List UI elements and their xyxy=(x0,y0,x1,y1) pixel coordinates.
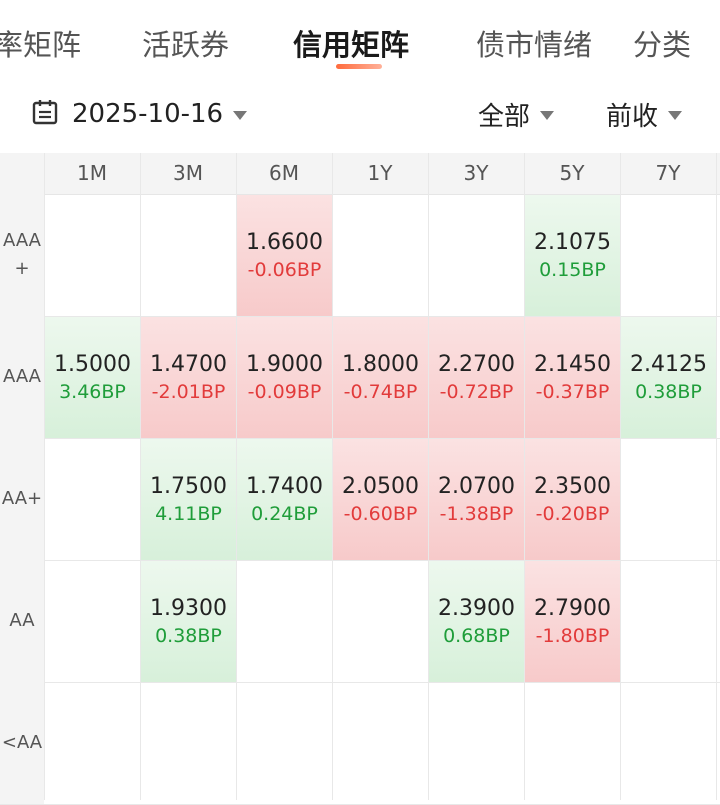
yield-value: 2.1075 xyxy=(534,229,611,255)
compare-value: 前收 xyxy=(606,101,659,132)
tab-active-bonds[interactable]: 活跃券 xyxy=(142,22,229,64)
scope-value: 全部 xyxy=(478,101,531,132)
column-divider xyxy=(236,153,237,800)
matrix-cell[interactable]: 1.9300 0.38BP xyxy=(141,561,236,682)
column-divider xyxy=(716,153,717,800)
yield-change: -0.60BP xyxy=(343,502,418,525)
credit-matrix-grid: 1M 3M 6M 1Y 3Y 5Y 7Y AAA + 1.6600 -0.06BP 2.1075 0… xyxy=(0,153,720,805)
row-divider xyxy=(0,682,720,683)
column-divider xyxy=(44,153,45,800)
yield-change: -2.01BP xyxy=(151,380,226,403)
yield-value: 2.2700 xyxy=(438,351,515,377)
column-header-3m: 3M xyxy=(173,161,203,185)
matrix-cell[interactable]: 1.9000 -0.09BP xyxy=(237,317,332,438)
chevron-down-icon xyxy=(668,110,683,120)
matrix-cell[interactable]: 1.6600 -0.06BP xyxy=(237,195,332,316)
yield-value: 1.8000 xyxy=(342,351,419,377)
yield-change: -0.74BP xyxy=(343,380,418,403)
yield-value: 1.9300 xyxy=(150,595,227,621)
yield-change: -0.20BP xyxy=(535,502,610,525)
row-label: AA+ xyxy=(0,438,44,560)
matrix-cell[interactable]: 1.7400 0.24BP xyxy=(237,439,332,560)
column-divider xyxy=(524,153,525,800)
active-tab-indicator xyxy=(336,64,382,69)
column-header-1m: 1M xyxy=(77,161,107,185)
matrix-cell[interactable]: 1.7500 4.11BP xyxy=(141,439,236,560)
matrix-cell[interactable]: 2.3500 -0.20BP xyxy=(525,439,620,560)
chevron-down-icon xyxy=(540,110,555,120)
yield-change: 4.11BP xyxy=(155,502,222,525)
yield-change: 3.46BP xyxy=(59,380,126,403)
scope-select[interactable]: 全部 xyxy=(478,94,555,134)
row-label: AAA xyxy=(0,316,44,438)
yield-value: 1.6600 xyxy=(246,229,323,255)
yield-value: 1.4700 xyxy=(150,351,227,377)
row-label: AAA + xyxy=(0,194,44,316)
column-divider xyxy=(428,153,429,800)
yield-value: 2.4125 xyxy=(630,351,707,377)
column-header-6m: 6M xyxy=(269,161,299,185)
column-divider xyxy=(140,153,141,800)
tab-bond-sentiment[interactable]: 债市情绪 xyxy=(476,22,592,64)
matrix-cell[interactable]: 2.2700 -0.72BP xyxy=(429,317,524,438)
matrix-cell[interactable]: 2.4125 0.38BP xyxy=(621,317,716,438)
row-label: <AA xyxy=(0,682,44,804)
yield-value: 2.3900 xyxy=(438,595,515,621)
matrix-cell[interactable]: 1.4700 -2.01BP xyxy=(141,317,236,438)
matrix-cell[interactable]: 2.1075 0.15BP xyxy=(525,195,620,316)
yield-value: 1.7500 xyxy=(150,473,227,499)
filter-bar: 2025-10-16 全部 前收 xyxy=(0,84,720,144)
matrix-cell[interactable]: 2.7900 -1.80BP xyxy=(525,561,620,682)
yield-value: 2.7900 xyxy=(534,595,611,621)
tab-category[interactable]: 分类 xyxy=(633,22,691,64)
column-header-1y: 1Y xyxy=(367,161,393,185)
matrix-cell[interactable]: 2.0500 -0.60BP xyxy=(333,439,428,560)
yield-value: 2.0700 xyxy=(438,473,515,499)
chevron-down-icon xyxy=(233,110,248,120)
calendar-icon xyxy=(30,97,60,131)
yield-value: 1.9000 xyxy=(246,351,323,377)
yield-value: 1.5000 xyxy=(54,351,131,377)
matrix-cell[interactable]: 2.1450 -0.37BP xyxy=(525,317,620,438)
yield-change: -1.38BP xyxy=(439,502,514,525)
yield-value: 2.1450 xyxy=(534,351,611,377)
yield-change: 0.68BP xyxy=(443,624,510,647)
yield-change: -0.09BP xyxy=(247,380,322,403)
matrix-cell[interactable]: 2.0700 -1.38BP xyxy=(429,439,524,560)
column-header-5y: 5Y xyxy=(559,161,585,185)
yield-change: 0.15BP xyxy=(539,258,606,281)
tab-rate-matrix[interactable]: 率矩阵 xyxy=(0,22,81,64)
matrix-cell[interactable]: 1.5000 3.46BP xyxy=(45,317,140,438)
matrix-cell[interactable]: 2.3900 0.68BP xyxy=(429,561,524,682)
yield-value: 1.7400 xyxy=(246,473,323,499)
column-divider xyxy=(332,153,333,800)
yield-change: -0.37BP xyxy=(535,380,610,403)
yield-value: 2.0500 xyxy=(342,473,419,499)
tab-bar: 率矩阵 活跃券 信用矩阵 债市情绪 分类 xyxy=(0,0,720,80)
yield-change: 0.24BP xyxy=(251,502,318,525)
yield-change: -0.72BP xyxy=(439,380,514,403)
yield-change: -1.80BP xyxy=(535,624,610,647)
row-label: AA xyxy=(0,560,44,682)
compare-select[interactable]: 前收 xyxy=(606,94,683,134)
column-header-row: 1M 3M 6M 1Y 3Y 5Y 7Y xyxy=(0,153,720,195)
yield-change: 0.38BP xyxy=(635,380,702,403)
tab-credit-matrix[interactable]: 信用矩阵 xyxy=(293,22,409,64)
yield-value: 2.3500 xyxy=(534,473,611,499)
date-picker[interactable]: 2025-10-16 xyxy=(30,94,248,134)
date-value: 2025-10-16 xyxy=(72,99,224,129)
column-header-7y: 7Y xyxy=(655,161,681,185)
yield-change: 0.38BP xyxy=(155,624,222,647)
column-header-3y: 3Y xyxy=(463,161,489,185)
matrix-cell[interactable]: 1.8000 -0.74BP xyxy=(333,317,428,438)
yield-change: -0.06BP xyxy=(247,258,322,281)
column-divider xyxy=(620,153,621,800)
